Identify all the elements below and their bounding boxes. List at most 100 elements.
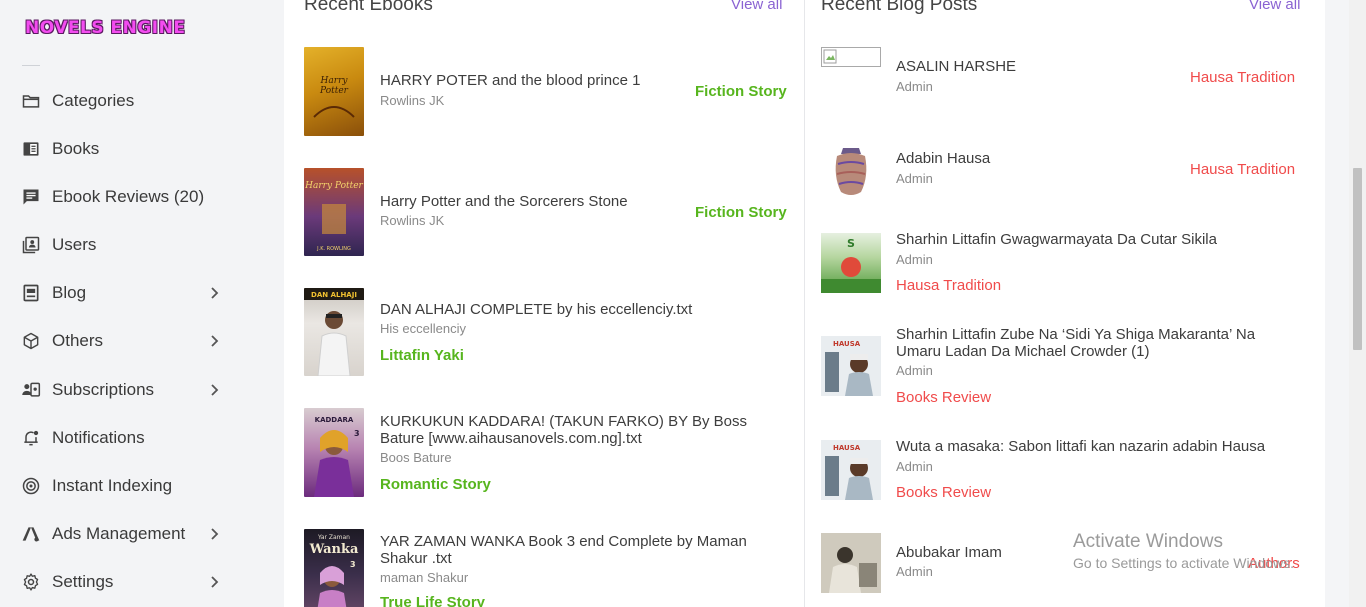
ebook-author: His eccellenciy — [380, 321, 466, 336]
sidebar-item-books[interactable]: Books — [20, 131, 230, 167]
sidebar-item-settings[interactable]: Settings — [20, 564, 230, 600]
ebook-author: maman Shakur — [380, 570, 469, 585]
sidebar-item-label: Instant Indexing — [52, 476, 173, 495]
ebook-category-badge[interactable]: True Life Story — [380, 594, 485, 607]
gear-icon — [20, 571, 42, 593]
svg-text:3: 3 — [350, 560, 356, 569]
column-divider — [804, 0, 805, 607]
posts-view-all-link[interactable]: View all — [1249, 0, 1300, 13]
post-title[interactable]: Wuta a masaka: Sabon littafi kan nazarin… — [896, 438, 1296, 455]
sidebar-item-label: Users — [52, 235, 97, 254]
dashboard-panel: Recent Ebooks View all Harry Potter HARRY… — [284, 0, 1325, 607]
ads-icon — [20, 523, 42, 545]
chevron-right-icon — [208, 334, 222, 348]
recent-blog-posts-title: Recent Blog Posts — [821, 0, 978, 15]
svg-text:Wanka: Wanka — [309, 542, 359, 557]
sidebar: NOVELS ENGINE Categories Books Ebook Rev… — [0, 0, 284, 607]
sidebar-item-label: Notifications — [52, 428, 145, 447]
ebook-cover-image[interactable]: KADDARA 3 — [304, 408, 364, 497]
broken-image-icon[interactable] — [821, 47, 881, 67]
ebook-cover-image[interactable]: Harry Potter — [304, 47, 364, 136]
ebook-category-badge[interactable]: Littafin Yaki — [380, 347, 464, 364]
recent-ebooks-title: Recent Ebooks — [304, 0, 433, 15]
svg-text:KADDARA: KADDARA — [315, 416, 354, 424]
ebook-title[interactable]: DAN ALHAJI COMPLETE by his eccellenciy.t… — [380, 301, 770, 318]
post-title[interactable]: Sharhin Littafin Zube Na ‘Sidi Ya Shiga … — [896, 326, 1296, 360]
post-thumbnail[interactable] — [821, 140, 881, 200]
svg-text:3: 3 — [354, 429, 360, 438]
sidebar-item-categories[interactable]: Categories — [20, 83, 230, 119]
sidebar-item-notifications[interactable]: Notifications — [20, 420, 230, 456]
folder-icon — [20, 90, 42, 112]
ebook-title[interactable]: KURKUKUN KADDARA! (TAKUN FARKO) BY By Bo… — [380, 413, 770, 447]
ebook-cover-image[interactable]: Harry Potter J.K. ROWLING — [304, 168, 364, 256]
post-author: Admin — [896, 252, 933, 267]
post-author: Admin — [896, 171, 933, 186]
ebook-category-badge[interactable]: Fiction Story — [695, 83, 787, 100]
post-thumbnail[interactable]: S — [821, 233, 881, 293]
review-icon — [20, 186, 42, 208]
bell-icon — [20, 427, 42, 449]
sidebar-item-others[interactable]: Others — [20, 323, 230, 359]
sidebar-item-ebook-reviews[interactable]: Ebook Reviews (20) — [20, 179, 230, 215]
post-author: Admin — [896, 363, 933, 378]
post-category-badge[interactable]: Hausa Tradition — [896, 277, 1001, 294]
indexing-icon — [20, 475, 42, 497]
ebook-author: Boos Bature — [380, 450, 452, 465]
post-category-badge[interactable]: Hausa Tradition — [1190, 161, 1295, 178]
sidebar-item-label: Ads Management — [52, 524, 186, 543]
svg-text:J.K. ROWLING: J.K. ROWLING — [316, 246, 351, 252]
sidebar-item-subscriptions[interactable]: Subscriptions — [20, 372, 230, 408]
sidebar-item-label: Categories — [52, 91, 135, 110]
subscriptions-icon — [20, 379, 42, 401]
sidebar-item-label: Ebook Reviews (20) — [52, 187, 205, 206]
chevron-right-icon — [208, 383, 222, 397]
ebook-title[interactable]: YAR ZAMAN WANKA Book 3 end Complete by M… — [380, 533, 770, 567]
post-title[interactable]: Sharhin Littafin Gwagwarmayata Da Cutar … — [896, 231, 1296, 248]
post-category-badge[interactable]: Books Review — [896, 484, 991, 501]
post-thumbnail[interactable]: HAUSA — [821, 440, 881, 500]
blog-icon — [20, 282, 42, 304]
scrollbar-thumb[interactable] — [1353, 168, 1362, 350]
users-icon — [20, 234, 42, 256]
svg-text:S: S — [847, 237, 855, 250]
activate-windows-watermark: Activate Windows Go to Settings to activ… — [1073, 531, 1294, 571]
sidebar-item-label: Books — [52, 139, 100, 158]
post-author: Admin — [896, 459, 933, 474]
chevron-right-icon — [208, 575, 222, 589]
svg-text:Harry: Harry — [320, 76, 349, 86]
sidebar-item-instant-indexing[interactable]: Instant Indexing — [20, 468, 230, 504]
svg-text:Potter: Potter — [319, 86, 349, 96]
ebooks-view-all-link[interactable]: View all — [731, 0, 782, 13]
post-author: Admin — [896, 564, 933, 579]
ebook-author: Rowlins JK — [380, 213, 445, 228]
sidebar-item-ads-management[interactable]: Ads Management — [20, 516, 230, 552]
sidebar-item-blog[interactable]: Blog — [20, 275, 230, 311]
sidebar-item-label: Others — [52, 331, 104, 350]
watermark-line-1: Activate Windows — [1073, 531, 1223, 552]
ebook-category-badge[interactable]: Fiction Story — [695, 204, 787, 221]
sidebar-divider — [22, 65, 40, 66]
book-icon — [20, 138, 42, 160]
svg-text:HAUSA: HAUSA — [833, 340, 861, 348]
ebook-cover-image[interactable]: DAN ALHAJI — [304, 288, 364, 376]
sidebar-item-label: Settings — [52, 572, 114, 591]
ebook-category-badge[interactable]: Romantic Story — [380, 476, 491, 493]
cube-icon — [20, 330, 42, 352]
svg-text:Harry Potter: Harry Potter — [304, 181, 363, 191]
ebook-cover-image[interactable]: Yar Zaman Wanka 3 — [304, 529, 364, 607]
app-logo[interactable]: NOVELS ENGINE — [25, 18, 185, 38]
sidebar-item-label: Blog — [52, 283, 87, 302]
svg-text:HAUSA: HAUSA — [833, 444, 861, 452]
sidebar-item-users[interactable]: Users — [20, 227, 230, 263]
vertical-scrollbar[interactable] — [1349, 0, 1366, 607]
watermark-line-2: Go to Settings to activate Windows. — [1073, 555, 1294, 571]
post-author: Admin — [896, 79, 933, 94]
post-thumbnail[interactable]: HAUSA — [821, 336, 881, 396]
post-thumbnail[interactable] — [821, 533, 881, 593]
post-category-badge[interactable]: Books Review — [896, 389, 991, 406]
ebook-author: Rowlins JK — [380, 93, 445, 108]
post-category-badge[interactable]: Hausa Tradition — [1190, 69, 1295, 86]
svg-text:DAN ALHAJI: DAN ALHAJI — [311, 291, 357, 299]
sidebar-item-label: Subscriptions — [52, 380, 155, 399]
